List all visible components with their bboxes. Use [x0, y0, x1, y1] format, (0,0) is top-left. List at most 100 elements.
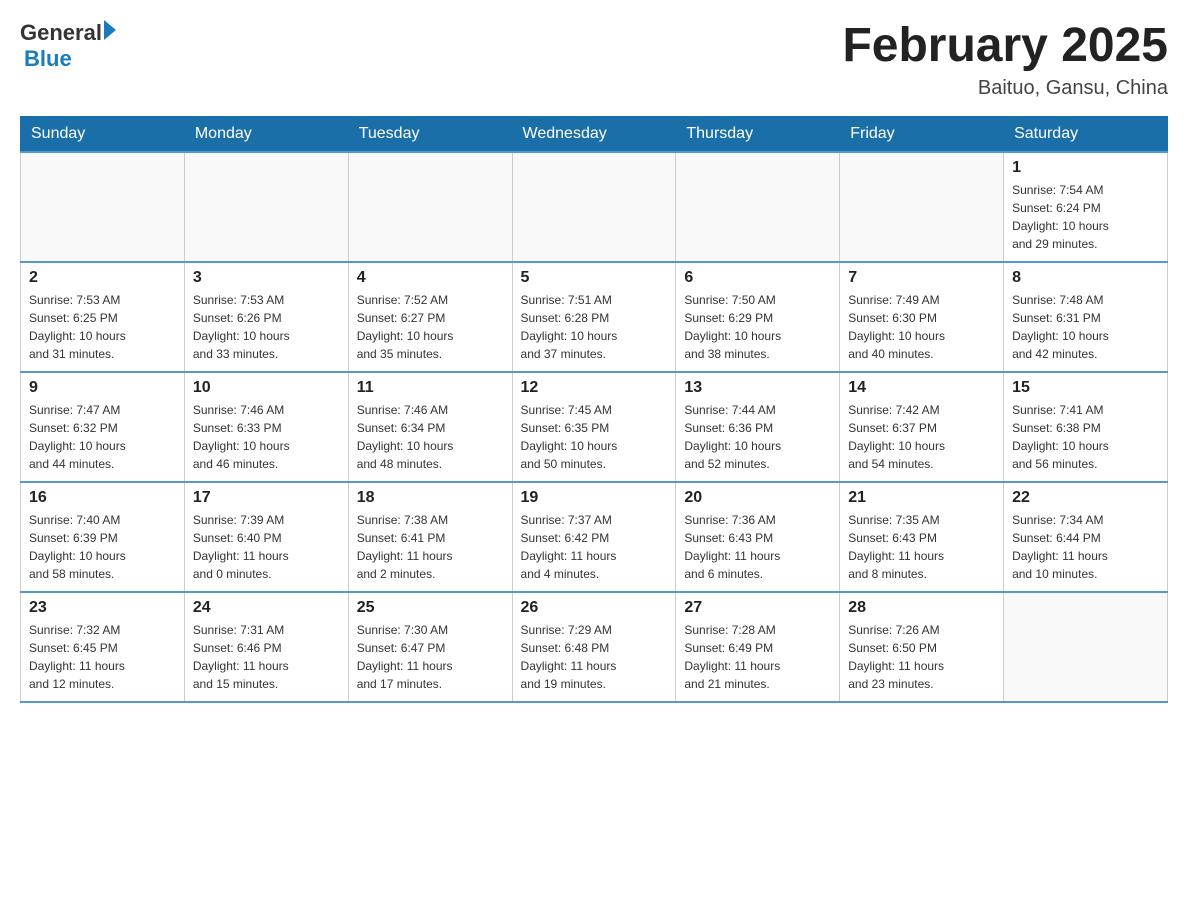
weekday-header-row: SundayMondayTuesdayWednesdayThursdayFrid…	[21, 116, 1168, 152]
day-info: Sunrise: 7:26 AMSunset: 6:50 PMDaylight:…	[848, 621, 995, 693]
calendar-cell: 18Sunrise: 7:38 AMSunset: 6:41 PMDayligh…	[348, 482, 512, 592]
day-info: Sunrise: 7:32 AMSunset: 6:45 PMDaylight:…	[29, 621, 176, 693]
day-number: 4	[357, 269, 504, 287]
calendar-cell: 22 Sunrise: 7:34 AMSunset: 6:44 PMDayligh…	[1004, 482, 1168, 592]
page-header: General Blue February 2025 Baituo, Gansu…	[20, 20, 1168, 100]
calendar-cell: 6Sunrise: 7:50 AMSunset: 6:29 PMDaylight…	[676, 262, 840, 372]
calendar-cell: 4 Sunrise: 7:52 AMSunset: 6:27 PMDaylight…	[348, 262, 512, 372]
weekday-header-monday: Monday	[184, 116, 348, 152]
weekday-header-thursday: Thursday	[676, 116, 840, 152]
day-number: 20	[684, 489, 831, 507]
logo-general-text: General	[20, 20, 102, 46]
logo-blue-text: Blue	[24, 46, 72, 72]
day-number: 11	[357, 379, 504, 397]
day-info: Sunrise: 7:44 AMSunset: 6:36 PMDaylight:…	[684, 401, 831, 473]
day-number: 13	[684, 379, 831, 397]
day-number: 6	[684, 269, 831, 287]
calendar-cell	[676, 152, 840, 262]
calendar-cell	[512, 152, 676, 262]
day-number: 24	[193, 599, 340, 617]
day-number: 14	[848, 379, 995, 397]
calendar-cell	[1004, 592, 1168, 702]
calendar-table: SundayMondayTuesdayWednesdayThursdayFrid…	[20, 116, 1168, 703]
day-number: 16	[29, 489, 176, 507]
calendar-cell: 28 Sunrise: 7:26 AMSunset: 6:50 PMDayligh…	[840, 592, 1004, 702]
day-number: 21	[848, 489, 995, 507]
logo: General Blue	[20, 20, 116, 72]
calendar-cell: 5 Sunrise: 7:51 AMSunset: 6:28 PMDaylight…	[512, 262, 676, 372]
calendar-cell: 19Sunrise: 7:37 AMSunset: 6:42 PMDayligh…	[512, 482, 676, 592]
day-number: 23	[29, 599, 176, 617]
day-number: 10	[193, 379, 340, 397]
day-info: Sunrise: 7:37 AMSunset: 6:42 PMDaylight:…	[521, 511, 668, 583]
day-info: Sunrise: 7:36 AMSunset: 6:43 PMDaylight:…	[684, 511, 831, 583]
day-number: 8	[1012, 269, 1159, 287]
calendar-cell	[21, 152, 185, 262]
calendar-cell: 26 Sunrise: 7:29 AMSunset: 6:48 PMDayligh…	[512, 592, 676, 702]
day-number: 9	[29, 379, 176, 397]
calendar-cell: 11 Sunrise: 7:46 AMSunset: 6:34 PMDayligh…	[348, 372, 512, 482]
day-info: Sunrise: 7:30 AMSunset: 6:47 PMDaylight:…	[357, 621, 504, 693]
calendar-cell: 2Sunrise: 7:53 AMSunset: 6:25 PMDaylight…	[21, 262, 185, 372]
calendar-cell: 8 Sunrise: 7:48 AMSunset: 6:31 PMDaylight…	[1004, 262, 1168, 372]
day-number: 28	[848, 599, 995, 617]
calendar-cell: 20 Sunrise: 7:36 AMSunset: 6:43 PMDayligh…	[676, 482, 840, 592]
day-number: 17	[193, 489, 340, 507]
weekday-header-wednesday: Wednesday	[512, 116, 676, 152]
week-row-5: 23 Sunrise: 7:32 AMSunset: 6:45 PMDayligh…	[21, 592, 1168, 702]
title-block: February 2025 Baituo, Gansu, China	[842, 20, 1168, 100]
day-info: Sunrise: 7:29 AMSunset: 6:48 PMDaylight:…	[521, 621, 668, 693]
day-number: 5	[521, 269, 668, 287]
day-info: Sunrise: 7:52 AMSunset: 6:27 PMDaylight:…	[357, 291, 504, 363]
calendar-cell: 16 Sunrise: 7:40 AMSunset: 6:39 PMDayligh…	[21, 482, 185, 592]
day-number: 1	[1012, 159, 1159, 177]
day-info: Sunrise: 7:51 AMSunset: 6:28 PMDaylight:…	[521, 291, 668, 363]
day-info: Sunrise: 7:41 AMSunset: 6:38 PMDaylight:…	[1012, 401, 1159, 473]
day-number: 3	[193, 269, 340, 287]
day-info: Sunrise: 7:54 AMSunset: 6:24 PMDaylight:…	[1012, 181, 1159, 253]
calendar-cell: 15 Sunrise: 7:41 AMSunset: 6:38 PMDayligh…	[1004, 372, 1168, 482]
calendar-subtitle: Baituo, Gansu, China	[842, 77, 1168, 100]
day-info: Sunrise: 7:28 AMSunset: 6:49 PMDaylight:…	[684, 621, 831, 693]
day-info: Sunrise: 7:42 AMSunset: 6:37 PMDaylight:…	[848, 401, 995, 473]
day-info: Sunrise: 7:47 AMSunset: 6:32 PMDaylight:…	[29, 401, 176, 473]
calendar-cell: 7Sunrise: 7:49 AMSunset: 6:30 PMDaylight…	[840, 262, 1004, 372]
calendar-cell	[184, 152, 348, 262]
week-row-2: 2Sunrise: 7:53 AMSunset: 6:25 PMDaylight…	[21, 262, 1168, 372]
day-number: 27	[684, 599, 831, 617]
weekday-header-sunday: Sunday	[21, 116, 185, 152]
calendar-cell: 9 Sunrise: 7:47 AMSunset: 6:32 PMDaylight…	[21, 372, 185, 482]
day-number: 26	[521, 599, 668, 617]
calendar-cell: 13 Sunrise: 7:44 AMSunset: 6:36 PMDayligh…	[676, 372, 840, 482]
day-number: 22	[1012, 489, 1159, 507]
weekday-header-tuesday: Tuesday	[348, 116, 512, 152]
weekday-header-friday: Friday	[840, 116, 1004, 152]
day-info: Sunrise: 7:46 AMSunset: 6:34 PMDaylight:…	[357, 401, 504, 473]
calendar-cell: 14 Sunrise: 7:42 AMSunset: 6:37 PMDayligh…	[840, 372, 1004, 482]
day-info: Sunrise: 7:45 AMSunset: 6:35 PMDaylight:…	[521, 401, 668, 473]
calendar-cell: 25 Sunrise: 7:30 AMSunset: 6:47 PMDayligh…	[348, 592, 512, 702]
day-info: Sunrise: 7:34 AMSunset: 6:44 PMDaylight:…	[1012, 511, 1159, 583]
week-row-4: 16 Sunrise: 7:40 AMSunset: 6:39 PMDayligh…	[21, 482, 1168, 592]
calendar-cell: 17Sunrise: 7:39 AMSunset: 6:40 PMDayligh…	[184, 482, 348, 592]
day-info: Sunrise: 7:40 AMSunset: 6:39 PMDaylight:…	[29, 511, 176, 583]
day-number: 15	[1012, 379, 1159, 397]
day-number: 12	[521, 379, 668, 397]
day-info: Sunrise: 7:46 AMSunset: 6:33 PMDaylight:…	[193, 401, 340, 473]
day-info: Sunrise: 7:48 AMSunset: 6:31 PMDaylight:…	[1012, 291, 1159, 363]
calendar-cell: 3Sunrise: 7:53 AMSunset: 6:26 PMDaylight…	[184, 262, 348, 372]
calendar-cell: 12 Sunrise: 7:45 AMSunset: 6:35 PMDayligh…	[512, 372, 676, 482]
day-info: Sunrise: 7:35 AMSunset: 6:43 PMDaylight:…	[848, 511, 995, 583]
calendar-cell: 27 Sunrise: 7:28 AMSunset: 6:49 PMDayligh…	[676, 592, 840, 702]
logo-line1: General	[20, 20, 116, 46]
day-number: 25	[357, 599, 504, 617]
weekday-header-saturday: Saturday	[1004, 116, 1168, 152]
calendar-cell: 23 Sunrise: 7:32 AMSunset: 6:45 PMDayligh…	[21, 592, 185, 702]
day-info: Sunrise: 7:49 AMSunset: 6:30 PMDaylight:…	[848, 291, 995, 363]
week-row-1: 1 Sunrise: 7:54 AMSunset: 6:24 PMDaylight…	[21, 152, 1168, 262]
day-info: Sunrise: 7:38 AMSunset: 6:41 PMDaylight:…	[357, 511, 504, 583]
calendar-cell: 21 Sunrise: 7:35 AMSunset: 6:43 PMDayligh…	[840, 482, 1004, 592]
day-number: 2	[29, 269, 176, 287]
logo-arrow-icon	[104, 20, 116, 40]
week-row-3: 9 Sunrise: 7:47 AMSunset: 6:32 PMDaylight…	[21, 372, 1168, 482]
